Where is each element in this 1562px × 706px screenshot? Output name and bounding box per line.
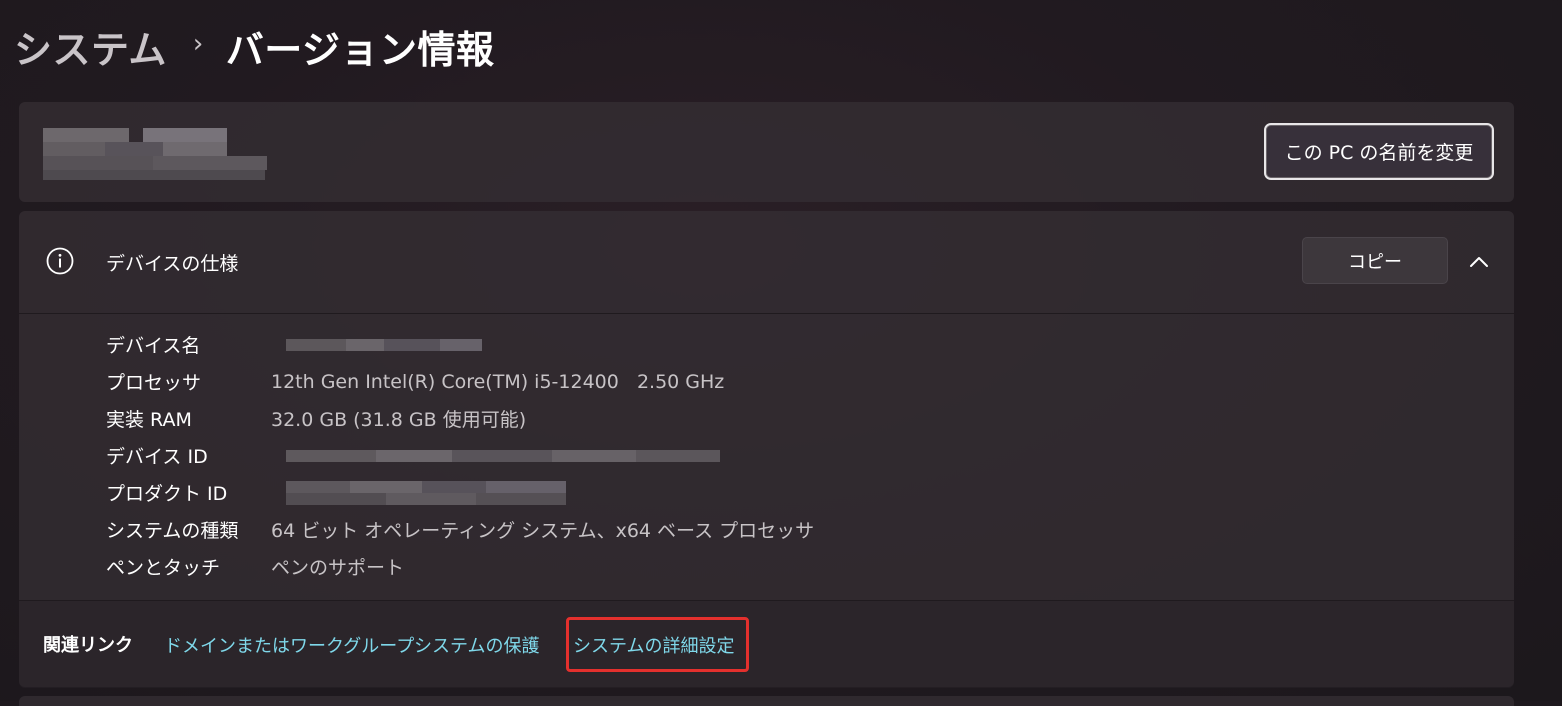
device-name-redacted <box>286 339 482 351</box>
device-id-redacted <box>286 450 720 462</box>
pc-name-redacted <box>43 128 267 182</box>
link-domain-workgroup[interactable]: ドメインまたはワークグループ <box>164 632 414 658</box>
spec-row-device-name: デバイス名 <box>106 326 814 363</box>
spec-value[interactable]: 12th Gen Intel(R) Core(TM) i5-12400 2.50… <box>271 371 724 393</box>
spec-value[interactable]: 32.0 GB (31.8 GB 使用可能) <box>271 405 526 432</box>
breadcrumb-parent-system[interactable]: システム <box>14 19 167 74</box>
next-card-edge <box>19 696 1514 706</box>
spec-row-product-id: プロダクト ID <box>106 474 814 511</box>
related-links: 関連リンク ドメインまたはワークグループ システムの保護 システムの詳細設定 <box>19 600 1514 688</box>
product-id-redacted <box>286 481 566 505</box>
spec-rows: デバイス名 プロセッサ 12th Gen Intel(R) Core(TM) i… <box>106 326 814 585</box>
link-system-protection[interactable]: システムの保護 <box>414 632 539 658</box>
device-spec-header[interactable]: デバイスの仕様 コピー <box>19 211 1514 314</box>
spec-label: デバイス名 <box>106 335 201 357</box>
rename-pc-button[interactable]: この PC の名前を変更 <box>1264 123 1494 180</box>
highlight-box <box>566 617 749 672</box>
device-spec-card: デバイスの仕様 コピー デバイス名 プロセッサ 12th Gen Intel(R… <box>19 211 1514 688</box>
spec-label: システムの種類 <box>106 520 239 542</box>
related-links-label: 関連リンク <box>43 635 133 656</box>
chevron-up-icon[interactable] <box>1468 251 1490 273</box>
pc-name-card: この PC の名前を変更 <box>19 102 1514 202</box>
copy-button[interactable]: コピー <box>1302 237 1448 284</box>
spec-row-system-type: システムの種類 64 ビット オペレーティング システム、x64 ベース プロセ… <box>106 511 814 548</box>
spec-row-device-id: デバイス ID <box>106 437 814 474</box>
page-title: バージョン情報 <box>225 27 495 72</box>
spec-label: 実装 RAM <box>106 409 192 431</box>
device-spec-title: デバイスの仕様 <box>106 253 239 275</box>
spec-label: プロダクト ID <box>106 483 228 505</box>
info-icon <box>46 247 74 275</box>
chevron-right-icon: › <box>192 29 204 59</box>
spec-row-processor: プロセッサ 12th Gen Intel(R) Core(TM) i5-1240… <box>106 363 814 400</box>
spec-label: ペンとタッチ <box>106 557 221 579</box>
spec-row-pen-touch: ペンとタッチ ペンのサポート <box>106 548 814 585</box>
spec-label: プロセッサ <box>106 372 202 394</box>
spec-value[interactable]: ペンのサポート <box>271 553 404 580</box>
spec-row-ram: 実装 RAM 32.0 GB (31.8 GB 使用可能) <box>106 400 814 437</box>
breadcrumb: システム › バージョン情報 <box>14 18 495 74</box>
spec-value[interactable]: 64 ビット オペレーティング システム、x64 ベース プロセッサ <box>271 516 814 543</box>
spec-label: デバイス ID <box>106 446 208 468</box>
